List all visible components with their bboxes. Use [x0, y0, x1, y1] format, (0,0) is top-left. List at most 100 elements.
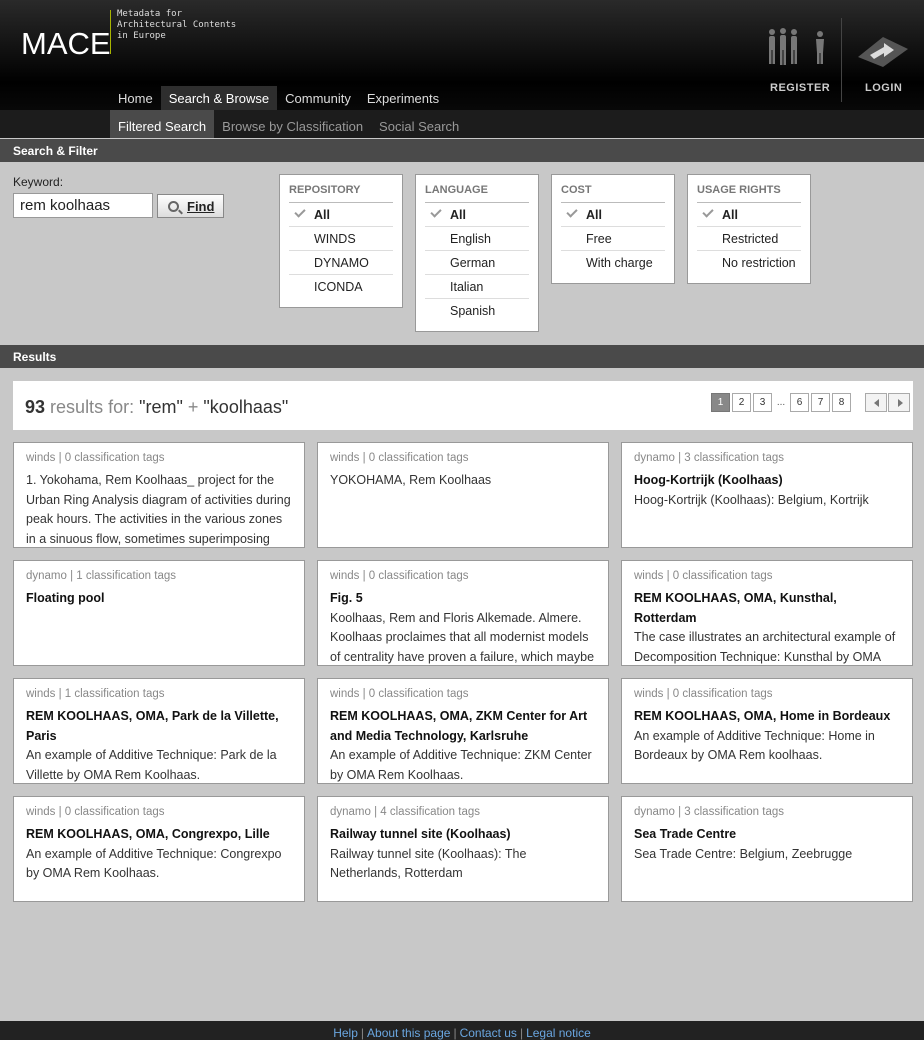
filter-option[interactable]: All — [425, 203, 529, 227]
filter-option[interactable]: All — [561, 203, 665, 227]
card-description: 1. Yokohama, Rem Koolhaas_ project for t… — [26, 473, 291, 546]
card-meta: winds | 0 classification tags — [26, 806, 165, 818]
page-2[interactable]: 2 — [732, 393, 751, 412]
filter-option[interactable]: English — [425, 227, 529, 251]
option-label: WINDS — [314, 232, 356, 246]
card-title[interactable]: REM KOOLHAAS, OMA, Congrexpo, Lille — [26, 825, 292, 845]
option-label: No restriction — [722, 256, 796, 270]
results-count: 93 results for: "rem" + "koolhaas" — [25, 397, 288, 418]
prev-page-icon[interactable] — [865, 393, 887, 412]
login-arrow-icon[interactable] — [856, 33, 910, 69]
option-label: English — [450, 232, 491, 246]
result-card[interactable]: winds | 0 classification tags REM KOOLHA… — [13, 796, 305, 902]
magnifier-icon — [168, 201, 179, 212]
card-meta: winds | 0 classification tags — [26, 452, 165, 464]
card-description: Koolhaas, Rem and Floris Alkemade. Almer… — [330, 610, 595, 664]
keyword-input[interactable] — [13, 193, 153, 218]
card-title[interactable]: REM KOOLHAAS, OMA, ZKM Center for Art an… — [330, 707, 596, 746]
result-card[interactable]: winds | 0 classification tags REM KOOLHA… — [317, 678, 609, 784]
results-bar: Results — [0, 345, 924, 368]
page-7[interactable]: 7 — [811, 393, 830, 412]
check-icon — [702, 206, 714, 218]
filter-option[interactable]: DYNAMO — [289, 251, 393, 275]
page-3[interactable]: 3 — [753, 393, 772, 412]
card-description: YOKOHAMA, Rem Koolhaas — [330, 473, 492, 487]
option-label: Restricted — [722, 232, 779, 246]
option-label: All — [722, 208, 738, 222]
filter-option[interactable]: Restricted — [697, 227, 801, 251]
card-title[interactable]: Floating pool — [26, 589, 292, 609]
check-icon — [566, 206, 578, 218]
filter-option[interactable]: WINDS — [289, 227, 393, 251]
card-title[interactable]: Sea Trade Centre — [634, 825, 900, 845]
result-card[interactable]: winds | 0 classification tags YOKOHAMA, … — [317, 442, 609, 548]
filter-option[interactable]: No restriction — [697, 251, 801, 275]
result-card[interactable]: dynamo | 4 classification tags Railway t… — [317, 796, 609, 902]
footer-contact-link[interactable]: Contact us — [460, 1026, 517, 1040]
query-term: "rem" — [139, 397, 183, 417]
filter-option[interactable]: Italian — [425, 275, 529, 299]
footer-help-link[interactable]: Help — [333, 1026, 358, 1040]
nav-search-browse[interactable]: Search & Browse — [160, 86, 278, 110]
filter-title: USAGE RIGHTS — [697, 183, 801, 203]
result-card[interactable]: winds | 0 classification tags REM KOOLHA… — [621, 678, 913, 784]
site-tagline: Metadata for Architectural Contents in E… — [117, 9, 237, 41]
result-card[interactable]: dynamo | 3 classification tags Hoog-Kort… — [621, 442, 913, 548]
card-description: An example of Additive Technique: Congre… — [26, 846, 282, 881]
filter-title: COST — [561, 183, 665, 203]
find-button[interactable]: Find — [157, 194, 224, 218]
subnav-filtered-search[interactable]: Filtered Search — [110, 110, 215, 138]
card-description: Railway tunnel site (Koolhaas): The Neth… — [330, 846, 527, 881]
result-card[interactable]: dynamo | 1 classification tags Floating … — [13, 560, 305, 666]
option-label: All — [314, 208, 330, 222]
card-title[interactable]: Fig. 5 — [330, 589, 596, 609]
filter-option[interactable]: With charge — [561, 251, 665, 275]
next-page-icon[interactable] — [888, 393, 910, 412]
filter-option[interactable]: Spanish — [425, 299, 529, 323]
filter-option[interactable]: ICONDA — [289, 275, 393, 299]
page-6[interactable]: 6 — [790, 393, 809, 412]
nav-experiments[interactable]: Experiments — [359, 86, 447, 110]
page-8[interactable]: 8 — [832, 393, 851, 412]
filter-title: LANGUAGE — [425, 183, 529, 203]
card-description: The case illustrates an architectural ex… — [634, 630, 896, 664]
login-link[interactable]: LOGIN — [865, 82, 902, 94]
card-meta: dynamo | 1 classification tags — [26, 570, 177, 582]
footer-legal-link[interactable]: Legal notice — [526, 1026, 591, 1040]
filter-option[interactable]: All — [289, 203, 393, 227]
nav-home[interactable]: Home — [110, 86, 161, 110]
card-title[interactable]: REM KOOLHAAS, OMA, Kunsthal, Rotterdam — [634, 589, 900, 628]
subnav-browse-classification[interactable]: Browse by Classification — [214, 110, 371, 138]
filter-option[interactable]: Free — [561, 227, 665, 251]
option-label: With charge — [586, 256, 653, 270]
card-description: Hoog-Kortrijk (Koolhaas): Belgium, Kortr… — [634, 492, 869, 507]
card-description: An example of Additive Technique: ZKM Ce… — [330, 748, 592, 782]
page-1[interactable]: 1 — [711, 393, 730, 412]
search-filter-bar: Search & Filter — [0, 139, 924, 162]
card-title[interactable]: REM KOOLHAAS, OMA, Home in Bordeaux — [634, 707, 900, 727]
option-label: Spanish — [450, 304, 496, 318]
filter-option[interactable]: German — [425, 251, 529, 275]
result-card[interactable]: winds | 1 classification tags REM KOOLHA… — [13, 678, 305, 784]
result-card[interactable]: dynamo | 3 classification tags Sea Trade… — [621, 796, 913, 902]
logo-divider — [110, 10, 111, 54]
nav-community[interactable]: Community — [277, 86, 359, 110]
mace-logo[interactable]: MACE — [21, 26, 111, 62]
footer-about-link[interactable]: About this page — [367, 1026, 450, 1040]
filter-option[interactable]: All — [697, 203, 801, 227]
results-header: 93 results for: "rem" + "koolhaas" 1 2 3… — [13, 381, 913, 430]
card-title[interactable]: REM KOOLHAAS, OMA, Park de la Villette, … — [26, 707, 292, 746]
result-card[interactable]: winds | 0 classification tags REM KOOLHA… — [621, 560, 913, 666]
register-people-icon[interactable] — [766, 28, 826, 68]
result-card[interactable]: winds | 0 classification tags 1. Yokoham… — [13, 442, 305, 548]
result-card[interactable]: winds | 0 classification tags Fig. 5 Koo… — [317, 560, 609, 666]
card-title[interactable]: Hoog-Kortrijk (Koolhaas) — [634, 471, 900, 491]
query-term: "koolhaas" — [203, 397, 289, 417]
register-link[interactable]: REGISTER — [770, 82, 830, 94]
card-meta: winds | 0 classification tags — [634, 570, 773, 582]
card-title[interactable]: Railway tunnel site (Koolhaas) — [330, 825, 596, 845]
option-label: DYNAMO — [314, 256, 369, 270]
results-for-label: results for: — [50, 397, 135, 417]
subnav-social-search[interactable]: Social Search — [371, 110, 467, 138]
keyword-label: Keyword: — [13, 175, 64, 189]
